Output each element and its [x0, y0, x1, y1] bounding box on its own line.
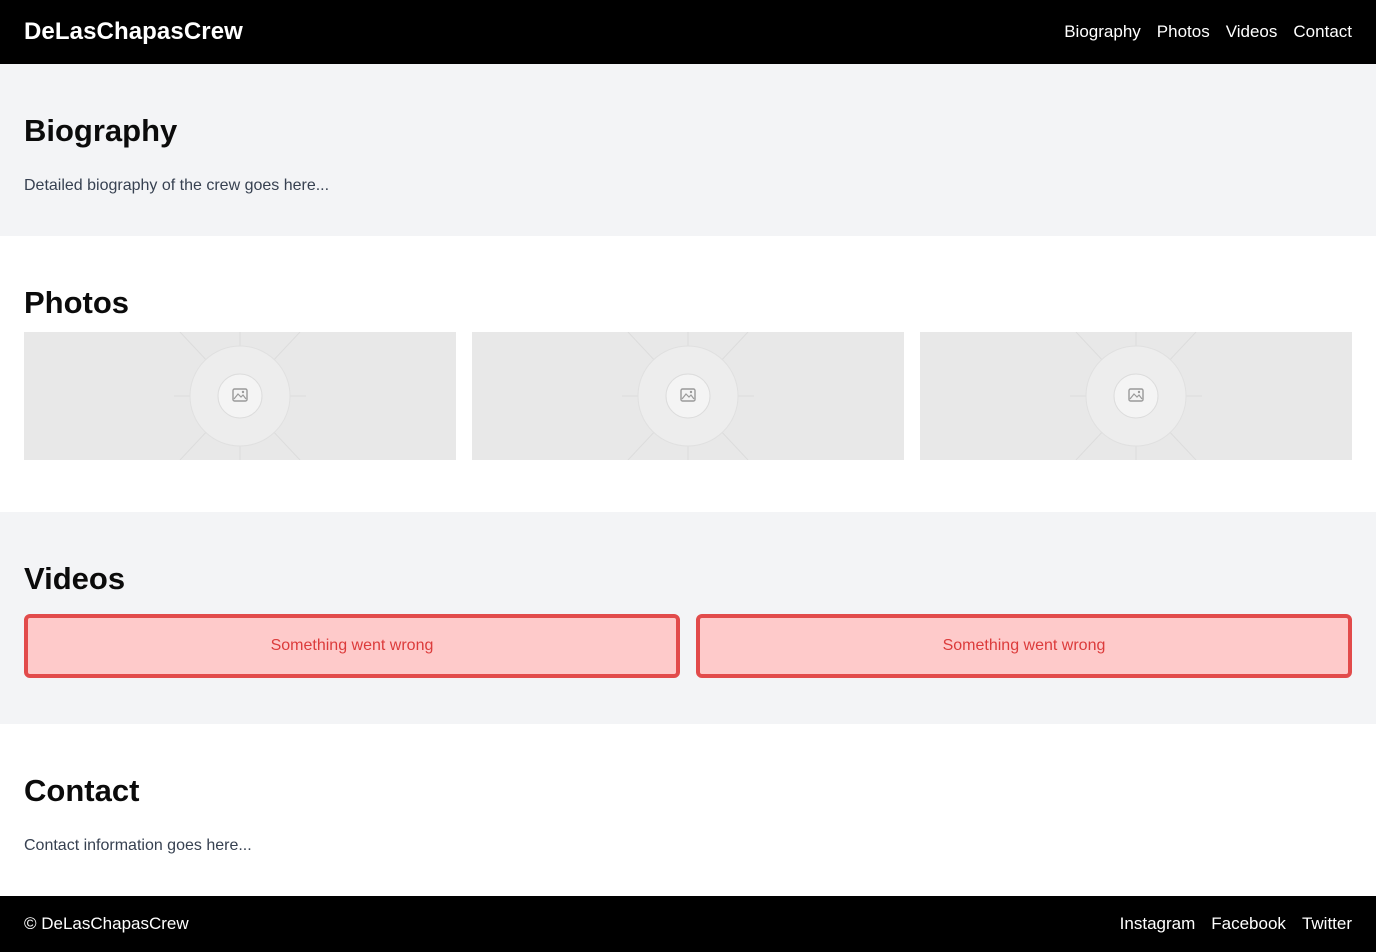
top-navbar: DeLasChapasCrew Biography Photos Videos …: [0, 0, 1376, 64]
image-placeholder-icon: [174, 332, 306, 460]
main-nav: Biography Photos Videos Contact: [1064, 22, 1352, 42]
biography-section: Biography Detailed biography of the crew…: [0, 64, 1376, 236]
video-grid: Something went wrong Something went wron…: [24, 614, 1352, 678]
contact-text: Contact information goes here...: [24, 837, 252, 854]
nav-link-photos[interactable]: Photos: [1157, 22, 1210, 42]
videos-section: Videos Something went wrong Something we…: [0, 512, 1376, 724]
nav-link-videos[interactable]: Videos: [1226, 22, 1278, 42]
photo-placeholder[interactable]: [24, 332, 456, 460]
social-links: Instagram Facebook Twitter: [1120, 914, 1352, 934]
video-error-message: Something went wrong: [270, 637, 434, 654]
footer-link-twitter[interactable]: Twitter: [1302, 914, 1352, 934]
site-footer: © DeLasChapasCrew Instagram Facebook Twi…: [0, 896, 1376, 952]
image-placeholder-icon: [1070, 332, 1202, 460]
video-error-box: Something went wrong: [696, 614, 1352, 678]
photos-title: Photos: [24, 285, 130, 320]
nav-link-biography[interactable]: Biography: [1064, 22, 1141, 42]
photo-placeholder[interactable]: [920, 332, 1352, 460]
contact-section: Contact Contact information goes here...: [0, 724, 1376, 896]
biography-title: Biography: [24, 113, 178, 148]
photo-grid: [24, 332, 1352, 460]
biography-text: Detailed biography of the crew goes here…: [24, 177, 330, 194]
footer-link-facebook[interactable]: Facebook: [1211, 914, 1286, 934]
footer-link-instagram[interactable]: Instagram: [1120, 914, 1196, 934]
photos-section: Photos: [0, 236, 1376, 512]
contact-title: Contact: [24, 773, 140, 808]
video-error-box: Something went wrong: [24, 614, 680, 678]
video-error-message: Something went wrong: [942, 637, 1106, 654]
image-placeholder-icon: [622, 332, 754, 460]
photo-placeholder[interactable]: [472, 332, 904, 460]
site-brand[interactable]: DeLasChapasCrew: [24, 18, 243, 46]
videos-title: Videos: [24, 561, 126, 596]
footer-copyright: © DeLasChapasCrew: [24, 914, 189, 933]
nav-link-contact[interactable]: Contact: [1293, 22, 1352, 42]
